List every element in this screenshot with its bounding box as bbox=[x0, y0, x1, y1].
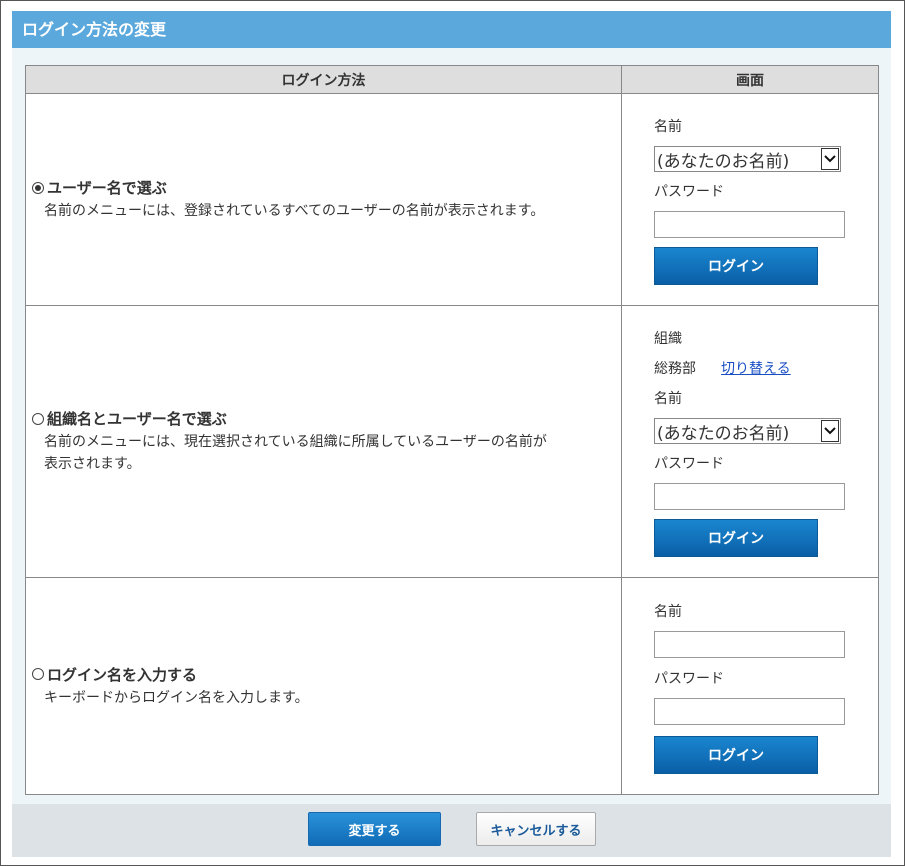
name-select[interactable]: (あなたのお名前) bbox=[654, 146, 842, 172]
page-title: ログイン方法の変更 bbox=[12, 11, 891, 48]
help-text-line-1: 名前のメニューには、現在選択されている組織に所属しているユーザーの名前が bbox=[44, 434, 547, 450]
footer-bar bbox=[12, 804, 891, 857]
password-input[interactable] bbox=[654, 483, 846, 510]
login-preview-cell: 名前 (あなたのお名前) パスワード ログイン bbox=[621, 93, 879, 306]
method-help-text: 名前のメニューには、登録されているすべてのユーザーの名前が表示されます。 bbox=[44, 203, 545, 219]
radio-unchecked-icon[interactable] bbox=[32, 412, 44, 425]
radio-option-loginname[interactable]: ログイン名を入力する bbox=[32, 664, 613, 685]
chevron-down-icon[interactable] bbox=[821, 420, 840, 442]
name-select-value: (あなたのお名前) bbox=[657, 151, 790, 172]
name-label: 名前 bbox=[654, 391, 683, 407]
help-text-line-2: 表示されます。 bbox=[44, 456, 141, 472]
chevron-down-icon[interactable] bbox=[821, 148, 840, 170]
method-description-cell: ユーザー名で選ぶ 名前のメニューには、登録されているすべてのユーザーの名前が表示… bbox=[24, 93, 623, 306]
login-name-input[interactable] bbox=[654, 630, 846, 658]
cancel-button[interactable]: キャンセルする bbox=[476, 812, 596, 846]
submit-button[interactable]: 変更する bbox=[308, 812, 441, 846]
password-input[interactable] bbox=[654, 211, 846, 238]
column-header-screen: 画面 bbox=[621, 65, 879, 94]
password-input[interactable] bbox=[654, 697, 846, 725]
org-row: 総務部 切り替える bbox=[654, 358, 878, 378]
name-label: 名前 bbox=[654, 119, 683, 135]
login-button[interactable]: ログイン bbox=[654, 247, 819, 285]
name-select-value: (あなたのお名前) bbox=[657, 423, 790, 444]
table-row-org-username: 組織名とユーザー名で選ぶ 名前のメニューには、現在選択されている組織に所属してい… bbox=[24, 305, 879, 578]
login-method-table: ログイン方法 画面 ユーザー名で選ぶ 名前のメニューには、登録されているすべての… bbox=[24, 65, 879, 795]
switch-org-link[interactable]: 切り替える bbox=[721, 361, 791, 377]
password-label: パスワード bbox=[654, 184, 725, 200]
org-value: 総務部 bbox=[654, 361, 697, 377]
login-button[interactable]: ログイン bbox=[654, 519, 819, 557]
radio-option-org-username[interactable]: 組織名とユーザー名で選ぶ bbox=[32, 408, 613, 429]
radio-label[interactable]: ユーザー名で選ぶ bbox=[47, 177, 167, 198]
name-select[interactable]: (あなたのお名前) bbox=[654, 418, 842, 444]
login-button[interactable]: ログイン bbox=[654, 735, 819, 774]
radio-unchecked-icon[interactable] bbox=[32, 668, 44, 680]
column-header-method: ログイン方法 bbox=[24, 65, 623, 94]
radio-checked-icon[interactable] bbox=[32, 181, 44, 194]
login-preview-cell: 名前 パスワード ログイン bbox=[621, 577, 879, 795]
radio-option-username[interactable]: ユーザー名で選ぶ bbox=[32, 177, 613, 198]
method-help-text: 名前のメニューには、現在選択されている組織に所属しているユーザーの名前が 表示さ… bbox=[32, 431, 613, 475]
method-help-text: キーボードからログイン名を入力します。 bbox=[44, 689, 309, 706]
password-label: パスワード bbox=[654, 456, 725, 472]
radio-label[interactable]: 組織名とユーザー名で選ぶ bbox=[47, 408, 227, 429]
radio-label[interactable]: ログイン名を入力する bbox=[47, 664, 197, 685]
table-row-loginname: ログイン名を入力する キーボードからログイン名を入力します。 名前 パスワード … bbox=[24, 577, 879, 795]
table-row-username: ユーザー名で選ぶ 名前のメニューには、登録されているすべてのユーザーの名前が表示… bbox=[24, 93, 879, 306]
password-label: パスワード bbox=[654, 670, 725, 687]
org-label: 組織 bbox=[654, 331, 683, 347]
method-description-cell: 組織名とユーザー名で選ぶ 名前のメニューには、現在選択されている組織に所属してい… bbox=[24, 305, 623, 578]
name-label: 名前 bbox=[654, 603, 683, 620]
login-preview-cell: 組織 総務部 切り替える 名前 (あなたのお名前) パスワード ログイン bbox=[621, 305, 879, 578]
method-description-cell: ログイン名を入力する キーボードからログイン名を入力します。 bbox=[24, 577, 623, 795]
